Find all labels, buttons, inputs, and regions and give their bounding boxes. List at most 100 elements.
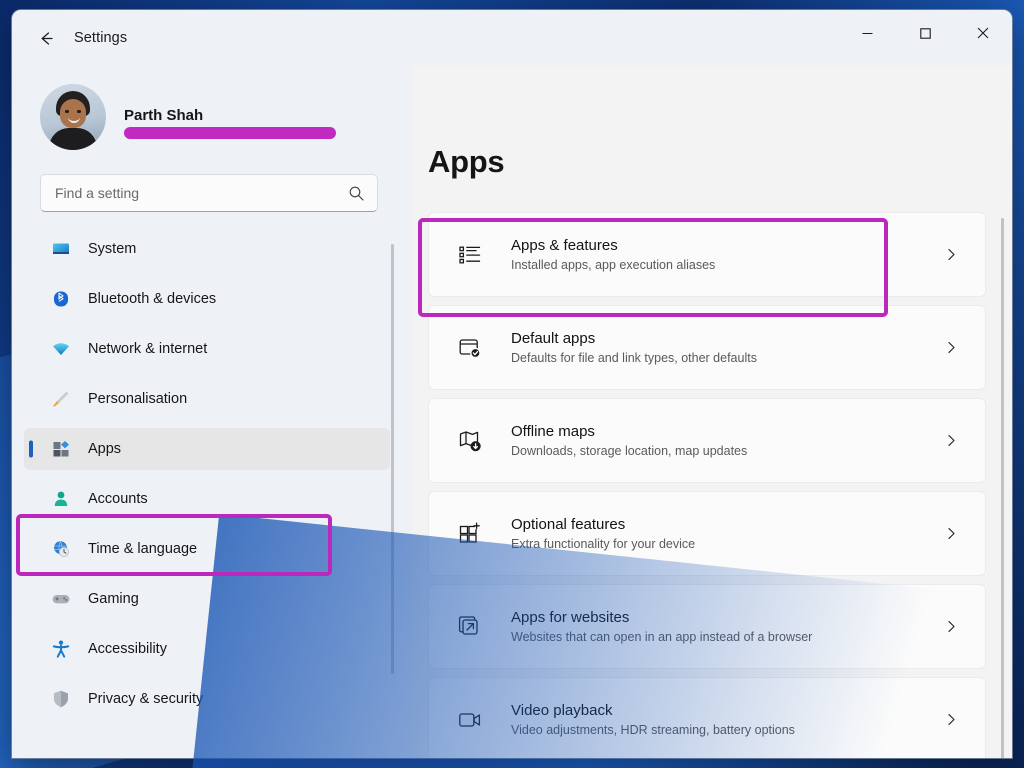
sidebar-item-label: Network & internet — [88, 341, 207, 357]
person-icon — [50, 488, 72, 510]
shield-icon — [50, 688, 72, 710]
minimize-button[interactable] — [838, 10, 896, 56]
avatar — [40, 84, 106, 150]
card-optional-features[interactable]: Optional features Extra functionality fo… — [428, 491, 986, 576]
sidebar-item-accounts[interactable]: Accounts — [24, 478, 390, 520]
avatar-eye-right — [77, 110, 81, 113]
sidebar-item-network-internet[interactable]: Network & internet — [24, 328, 390, 370]
maximize-button[interactable] — [896, 10, 954, 56]
search-icon[interactable] — [348, 185, 365, 202]
paintbrush-icon — [50, 388, 72, 410]
chevron-right-icon[interactable] — [939, 247, 963, 262]
avatar-face — [60, 99, 86, 128]
sidebar-item-label: Accessibility — [88, 641, 167, 657]
sidebar-item-apps[interactable]: Apps — [24, 428, 390, 470]
sidebar-item-privacy-security[interactable]: Privacy & security — [24, 678, 390, 720]
card-apps-features[interactable]: Apps & features Installed apps, app exec… — [428, 212, 986, 297]
monitor-icon — [50, 238, 72, 260]
page-title: Apps — [412, 66, 1012, 180]
card-subtitle: Defaults for file and link types, other … — [511, 351, 939, 365]
sidebar-item-label: Apps — [88, 441, 121, 457]
card-apps-for-websites[interactable]: Apps for websites Websites that can open… — [428, 584, 986, 669]
card-subtitle: Websites that can open in an app instead… — [511, 630, 939, 644]
close-button[interactable] — [954, 10, 1012, 56]
sidebar-item-label: Bluetooth & devices — [88, 291, 216, 307]
settings-card-list: Apps & features Installed apps, app exec… — [412, 212, 1012, 758]
card-title: Offline maps — [511, 423, 939, 440]
card-title: Default apps — [511, 330, 939, 347]
bluetooth-icon — [50, 288, 72, 310]
search-box[interactable] — [40, 174, 378, 212]
avatar-eye-left — [65, 110, 69, 113]
search-input[interactable] — [55, 185, 348, 201]
minimize-icon — [861, 27, 874, 40]
chevron-right-icon[interactable] — [939, 433, 963, 448]
card-text: Video playback Video adjustments, HDR st… — [511, 702, 939, 737]
card-title: Apps & features — [511, 237, 939, 254]
desktop-background: Settings — [0, 0, 1024, 768]
apps-grid-icon — [50, 438, 72, 460]
card-title: Optional features — [511, 516, 939, 533]
sidebar: Parth Shah — [12, 66, 412, 758]
chevron-right-icon[interactable] — [939, 619, 963, 634]
card-video-playback[interactable]: Video playback Video adjustments, HDR st… — [428, 677, 986, 758]
sidebar-item-label: Time & language — [88, 541, 197, 557]
card-offline-maps[interactable]: Offline maps Downloads, storage location… — [428, 398, 986, 483]
window-body: Parth Shah — [12, 66, 1012, 758]
card-title: Video playback — [511, 702, 939, 719]
search-container — [12, 160, 412, 224]
title-bar: Settings — [12, 10, 1012, 66]
card-subtitle: Installed apps, app execution aliases — [511, 258, 939, 272]
chevron-right-icon[interactable] — [939, 340, 963, 355]
card-text: Apps for websites Websites that can open… — [511, 609, 939, 644]
card-text: Offline maps Downloads, storage location… — [511, 423, 939, 458]
maximize-icon — [919, 27, 932, 40]
sidebar-item-label: System — [88, 241, 136, 257]
account-header[interactable]: Parth Shah — [12, 66, 412, 160]
sidebar-item-label: Accounts — [88, 491, 148, 507]
sidebar-item-label: Gaming — [88, 591, 139, 607]
sidebar-item-gaming[interactable]: Gaming — [24, 578, 390, 620]
video-camera-icon — [453, 703, 487, 737]
grid-plus-icon — [453, 517, 487, 551]
card-default-apps[interactable]: Default apps Defaults for file and link … — [428, 305, 986, 390]
window-controls — [838, 10, 1012, 66]
card-title: Apps for websites — [511, 609, 939, 626]
sidebar-item-bluetooth-devices[interactable]: Bluetooth & devices — [24, 278, 390, 320]
avatar-body — [49, 128, 97, 150]
sidebar-item-label: Personalisation — [88, 391, 187, 407]
bulleted-list-icon — [453, 238, 487, 272]
card-subtitle: Extra functionality for your device — [511, 537, 939, 551]
chevron-right-icon[interactable] — [939, 526, 963, 541]
wifi-icon — [50, 338, 72, 360]
sidebar-item-personalisation[interactable]: Personalisation — [24, 378, 390, 420]
user-name: Parth Shah — [124, 107, 336, 124]
clock-globe-icon — [50, 538, 72, 560]
accessibility-icon — [50, 638, 72, 660]
card-text: Apps & features Installed apps, app exec… — [511, 237, 939, 272]
external-link-icon — [453, 610, 487, 644]
main-scrollbar[interactable] — [1001, 218, 1004, 758]
sidebar-item-system[interactable]: System — [24, 228, 390, 270]
chevron-right-icon[interactable] — [939, 712, 963, 727]
account-text: Parth Shah — [124, 107, 336, 128]
email-redaction-bar — [124, 127, 336, 139]
settings-window: Settings — [12, 10, 1012, 758]
gamepad-icon — [50, 588, 72, 610]
card-text: Optional features Extra functionality fo… — [511, 516, 939, 551]
sidebar-scrollbar[interactable] — [391, 244, 394, 674]
sidebar-nav: System Bluetooth & devices — [12, 224, 412, 758]
sidebar-item-accessibility[interactable]: Accessibility — [24, 628, 390, 670]
card-text: Default apps Defaults for file and link … — [511, 330, 939, 365]
map-download-icon — [453, 424, 487, 458]
window-title: Settings — [74, 30, 127, 46]
card-subtitle: Downloads, storage location, map updates — [511, 444, 939, 458]
close-icon — [976, 26, 990, 40]
back-arrow-icon — [37, 29, 56, 48]
window-check-icon — [453, 331, 487, 365]
sidebar-item-label: Privacy & security — [88, 691, 203, 707]
card-subtitle: Video adjustments, HDR streaming, batter… — [511, 723, 939, 737]
sidebar-item-time-language[interactable]: Time & language — [24, 528, 390, 570]
main-content: Apps — [412, 66, 1012, 758]
back-button[interactable] — [26, 22, 66, 54]
